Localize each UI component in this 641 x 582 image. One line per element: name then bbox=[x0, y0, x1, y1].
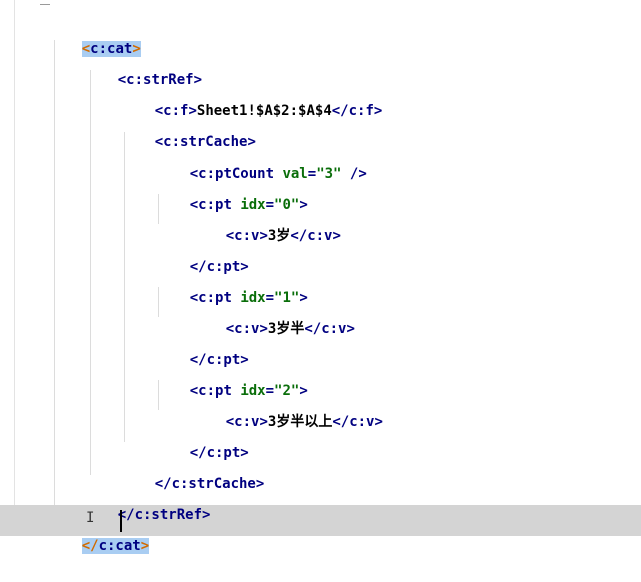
bracket: > bbox=[202, 507, 211, 523]
matched-tag-close: </c:cat> bbox=[81, 538, 150, 554]
indent-guide bbox=[124, 132, 125, 442]
code-line[interactable]: <c:pt idx="2"> bbox=[156, 355, 308, 399]
bracket: > bbox=[332, 228, 341, 244]
ibeam-pointer-icon: 𝙸 bbox=[86, 510, 95, 526]
code-line[interactable]: <c:strRef> bbox=[84, 44, 202, 88]
code-editor[interactable]: <c:cat> <c:strRef> <c:f>Sheet1!$A$2:$A$4… bbox=[0, 0, 641, 554]
tag-name: c:cat bbox=[98, 538, 141, 554]
fold-marker bbox=[40, 0, 50, 5]
indent-guide bbox=[90, 70, 91, 475]
gutter-divider bbox=[14, 0, 15, 536]
text-cursor-icon bbox=[120, 510, 122, 532]
code-line[interactable]: </c:pt> bbox=[156, 417, 249, 461]
indent-guide bbox=[54, 40, 55, 506]
tag-name: c:v bbox=[321, 321, 347, 337]
equals-sign: = bbox=[307, 166, 317, 182]
code-line[interactable]: <c:f>Sheet1!$A$2:$A$4</c:f> bbox=[121, 75, 383, 119]
tag-name: c:v bbox=[349, 414, 375, 430]
bracket: </ bbox=[332, 414, 350, 430]
code-line[interactable]: <c:ptCount val="3" /> bbox=[156, 138, 367, 182]
code-line[interactable]: </c:strCache> bbox=[121, 448, 265, 492]
bracket: > bbox=[255, 476, 265, 492]
bracket: > bbox=[259, 228, 268, 244]
code-line[interactable]: <c:v>3岁半以上</c:v> bbox=[192, 386, 383, 430]
bracket: /> bbox=[341, 166, 367, 182]
attribute-value: "3" bbox=[316, 166, 342, 182]
code-line[interactable]: <c:v>3岁半</c:v> bbox=[192, 293, 355, 337]
bracket: > bbox=[140, 538, 150, 554]
bracket: </ bbox=[81, 538, 99, 554]
bracket: </ bbox=[304, 321, 322, 337]
bracket: > bbox=[259, 414, 268, 430]
bracket: > bbox=[374, 414, 383, 430]
code-line[interactable]: </c:strRef> bbox=[84, 479, 211, 523]
bracket: > bbox=[259, 321, 268, 337]
bracket: </ bbox=[290, 228, 308, 244]
code-line[interactable]: </c:pt> bbox=[156, 231, 249, 275]
text-content: 3岁 bbox=[267, 228, 291, 244]
bracket: > bbox=[373, 103, 383, 119]
code-line[interactable]: </c:pt> bbox=[156, 324, 249, 368]
code-line-current[interactable]: </c:cat> bbox=[48, 510, 150, 554]
code-line[interactable]: <c:pt idx="0"> bbox=[156, 169, 308, 213]
code-line[interactable]: <c:v>3岁</c:v> bbox=[192, 200, 341, 244]
code-line[interactable]: <c:strCache> bbox=[121, 106, 256, 150]
tag-name: c:v bbox=[307, 228, 333, 244]
code-line[interactable]: <c:pt idx="1"> bbox=[156, 262, 308, 306]
text-content: 3岁半以上 bbox=[267, 414, 333, 430]
tag-name: c:f bbox=[348, 103, 374, 119]
bracket: > bbox=[346, 321, 355, 337]
text-content: 3岁半 bbox=[267, 321, 305, 337]
bracket: </ bbox=[331, 103, 349, 119]
code-line[interactable]: <c:cat> bbox=[48, 13, 141, 57]
